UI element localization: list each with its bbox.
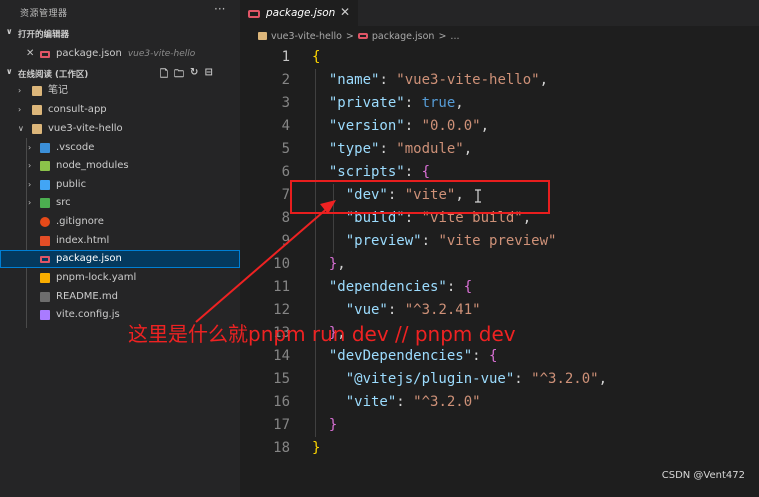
annotation-arrow xyxy=(195,200,336,323)
watermark: CSDN @Vent472 xyxy=(661,470,745,481)
annotation-text: 这里是什么就pnpm run dev // pnpm dev xyxy=(128,322,516,346)
